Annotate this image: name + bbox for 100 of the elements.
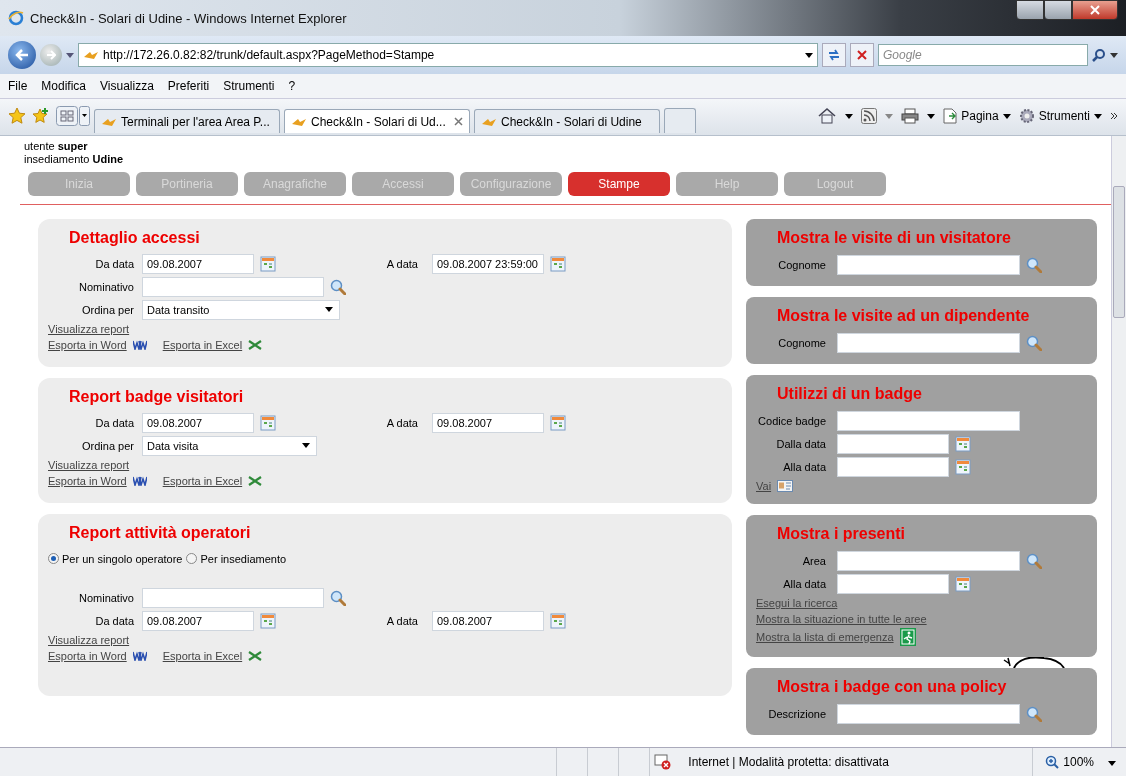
- menu-item[interactable]: Modifica: [41, 79, 87, 93]
- back-button[interactable]: [8, 41, 36, 69]
- search-field[interactable]: Google: [878, 44, 1088, 66]
- input-field[interactable]: [837, 573, 949, 594]
- input-field[interactable]: 09.08.2007: [142, 253, 254, 274]
- input-field[interactable]: [837, 433, 949, 454]
- page-menu-button[interactable]: Pagina: [943, 108, 1011, 124]
- refresh-icon: [827, 49, 841, 61]
- export-link[interactable]: Esporta in Excel: [162, 475, 243, 487]
- caret-icon[interactable]: [1094, 113, 1102, 119]
- input-field[interactable]: [837, 410, 1020, 431]
- input-field[interactable]: [142, 587, 324, 608]
- menu-item[interactable]: Preferiti: [167, 79, 210, 93]
- chevron-icon[interactable]: [1110, 112, 1118, 120]
- search-icon[interactable]: [330, 589, 346, 606]
- input-field[interactable]: 09.08.2007: [142, 610, 254, 631]
- search-icon[interactable]: [1026, 256, 1042, 273]
- export-link[interactable]: Esporta in Word: [48, 650, 127, 662]
- go-link[interactable]: Vai: [756, 480, 772, 492]
- browser-tab[interactable]: Check&In - Solari di Ud...: [284, 109, 470, 133]
- calendar-icon[interactable]: [550, 255, 566, 272]
- tools-menu-button[interactable]: Strumenti: [1018, 108, 1102, 124]
- dropdown[interactable]: Data visita: [142, 435, 317, 456]
- search-icon[interactable]: [1026, 334, 1042, 351]
- menu-item[interactable]: File: [8, 79, 28, 93]
- panel-title: Mostra i presenti: [776, 525, 907, 543]
- home-icon[interactable]: [817, 107, 838, 125]
- calendar-icon[interactable]: [260, 414, 276, 431]
- report-link[interactable]: Visualizza report: [48, 323, 130, 335]
- field-label: Ordina per: [81, 303, 134, 316]
- search-icon[interactable]: [1092, 48, 1106, 62]
- add-favorite-icon[interactable]: [32, 107, 50, 125]
- caret-icon[interactable]: [845, 113, 854, 119]
- radio-option[interactable]: Per insediamento: [186, 552, 287, 565]
- input-field[interactable]: [837, 254, 1020, 275]
- minimize-button[interactable]: [1016, 0, 1044, 20]
- input-field[interactable]: 09.08.2007: [432, 610, 544, 631]
- calendar-icon[interactable]: [955, 575, 971, 592]
- scrollbar[interactable]: [1111, 136, 1126, 747]
- calendar-icon[interactable]: [260, 255, 276, 272]
- emergency-list-link[interactable]: Mostra la lista di emergenza: [756, 631, 894, 643]
- export-link[interactable]: Esporta in Excel: [162, 650, 243, 662]
- browser-tab[interactable]: Terminali per l'area Area P...: [94, 109, 280, 133]
- close-icon[interactable]: [1072, 0, 1118, 20]
- action-link[interactable]: Esegui la ricerca: [756, 597, 838, 609]
- popup-blocked-icon: [654, 754, 673, 770]
- clock-drawing: [1003, 657, 1065, 668]
- new-tab-button[interactable]: [664, 108, 696, 133]
- action-link[interactable]: Mostra la situazione in tutte le aree: [756, 613, 927, 625]
- caret-icon[interactable]: [1110, 52, 1118, 58]
- feed-icon[interactable]: [861, 108, 878, 124]
- stop-button[interactable]: [850, 43, 874, 67]
- field-label: Da data: [94, 416, 134, 429]
- zoom-icon: [1045, 755, 1060, 769]
- search-icon[interactable]: [1026, 552, 1042, 569]
- radio-option[interactable]: Per un singolo operatore: [48, 552, 183, 565]
- calendar-icon[interactable]: [550, 414, 566, 431]
- calendar-icon[interactable]: [955, 458, 971, 475]
- emergency-exit-icon: [899, 628, 916, 646]
- printer-icon[interactable]: [901, 108, 920, 124]
- caret-icon[interactable]: [927, 113, 936, 119]
- caret-icon[interactable]: [1002, 113, 1011, 119]
- input-field[interactable]: [142, 276, 324, 297]
- export-link[interactable]: Esporta in Word: [48, 475, 127, 487]
- field-label: Area: [801, 554, 826, 567]
- browser-icon: [8, 10, 24, 26]
- menu-item[interactable]: Visualizza: [100, 79, 154, 93]
- caret-icon[interactable]: [325, 307, 333, 312]
- browser-tab[interactable]: Check&In - Solari di Udine: [474, 109, 660, 133]
- address-field[interactable]: http://172.26.0.82:82/trunk/default.aspx?PageMethod=Stampe: [78, 43, 818, 67]
- report-link[interactable]: Visualizza report: [48, 634, 130, 646]
- maximize-button[interactable]: [1044, 0, 1072, 20]
- export-link[interactable]: Esporta in Word: [48, 339, 127, 351]
- calendar-icon[interactable]: [955, 435, 971, 452]
- input-field[interactable]: [837, 703, 1020, 724]
- calendar-icon[interactable]: [550, 612, 566, 629]
- input-field[interactable]: [837, 550, 1020, 571]
- refresh-button[interactable]: [822, 43, 846, 67]
- quick-tabs-icon[interactable]: [56, 106, 90, 126]
- zoom-button[interactable]: 100%: [1032, 748, 1126, 776]
- search-icon[interactable]: [1026, 705, 1042, 722]
- export-link[interactable]: Esporta in Excel: [162, 339, 243, 351]
- dropdown[interactable]: Data transito: [142, 299, 340, 320]
- nav-button[interactable]: Stampe: [568, 172, 670, 196]
- menu-item[interactable]: Strumenti: [223, 79, 275, 93]
- input-field[interactable]: [837, 332, 1020, 353]
- favorites-star-icon[interactable]: [8, 107, 26, 125]
- report-link[interactable]: Visualizza report: [48, 459, 130, 471]
- calendar-icon[interactable]: [260, 612, 276, 629]
- search-icon[interactable]: [330, 278, 346, 295]
- menu-item[interactable]: ?: [288, 79, 296, 93]
- panel-title: Mostra le visite di un visitatore: [776, 229, 1012, 247]
- input-field[interactable]: 09.08.2007: [432, 412, 544, 433]
- spreadsheet-icon: [248, 651, 263, 661]
- caret-icon[interactable]: [302, 443, 310, 448]
- caret-icon[interactable]: [805, 52, 813, 58]
- input-field[interactable]: [837, 456, 949, 477]
- caret-icon[interactable]: [1108, 761, 1116, 766]
- input-field[interactable]: 09.08.2007 23:59:00: [432, 253, 544, 274]
- input-field[interactable]: 09.08.2007: [142, 412, 254, 433]
